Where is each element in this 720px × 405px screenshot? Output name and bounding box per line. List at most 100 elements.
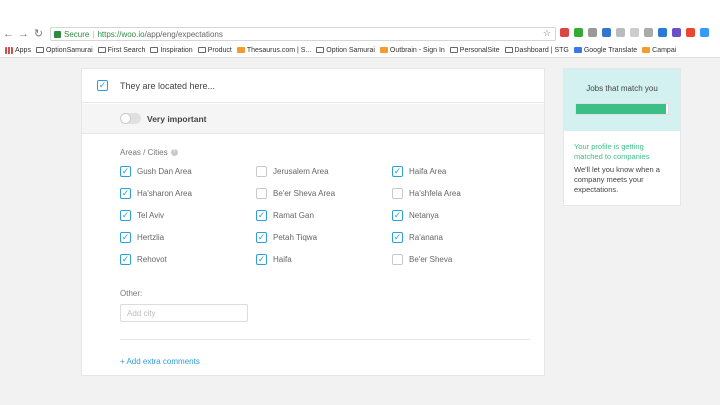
area-checkbox[interactable]: ✓ [120, 166, 131, 177]
extension-icon[interactable] [658, 28, 667, 37]
extension-icon[interactable] [700, 28, 709, 37]
url-separator: | [92, 29, 95, 39]
bookmark-item[interactable]: Outbrain - Sign In [379, 46, 445, 54]
area-checkbox[interactable] [256, 188, 267, 199]
bookmark-item[interactable]: PersonalSite [449, 47, 500, 54]
area-label: Haifa Area [409, 167, 447, 176]
extension-icon[interactable] [574, 28, 583, 37]
area-checkbox[interactable]: ✓ [392, 210, 403, 221]
area-label: Ha'shfela Area [409, 189, 461, 198]
forward-icon[interactable]: → [17, 27, 30, 41]
area-option[interactable]: ✓ Tel Aviv [120, 210, 164, 221]
match-title: Jobs that match you [586, 84, 658, 93]
area-option[interactable]: Jerusalem Area [256, 166, 329, 177]
area-option[interactable]: Ha'shfela Area [392, 188, 461, 199]
bookmark-label: Outbrain - Sign In [389, 46, 445, 54]
bookmark-apps[interactable]: Apps [5, 46, 31, 54]
help-icon[interactable]: ? [170, 149, 178, 156]
area-checkbox[interactable]: ✓ [256, 254, 267, 265]
bookmark-item[interactable]: OptionSamurai [35, 46, 93, 54]
location-row[interactable]: ✓ They are located here... [82, 69, 544, 103]
area-label: Be'er Sheva Area [273, 189, 336, 198]
extension-icon[interactable] [616, 28, 625, 37]
bookmark-item[interactable]: First Search [97, 47, 145, 54]
area-label: Be'er Sheva [409, 255, 453, 264]
bookmark-label: Apps [15, 46, 31, 54]
bookmark-item[interactable]: Product [197, 46, 232, 54]
area-label: Ramat Gan [273, 211, 314, 220]
area-checkbox[interactable]: ✓ [256, 210, 267, 221]
location-checkbox[interactable]: ✓ [97, 80, 108, 91]
extension-icon[interactable] [588, 28, 597, 37]
area-option[interactable]: ✓ Hertzlia [120, 232, 164, 243]
area-option[interactable]: ✓ Ramat Gan [256, 210, 314, 221]
bookmark-label: OptionSamurai [45, 46, 93, 54]
add-city-input[interactable] [120, 304, 248, 322]
extension-icon[interactable] [630, 28, 639, 37]
url-host: https://woo.io [97, 29, 145, 39]
extension-icon[interactable] [672, 28, 681, 37]
area-label: Haifa [273, 255, 292, 264]
browser-nav-row: ← → ↻ Secure | https://woo.io /app/eng/e… [0, 25, 720, 43]
bookmark-item[interactable]: Campai [642, 47, 676, 54]
match-header: Jobs that match you [564, 69, 680, 131]
area-checkbox[interactable]: ✓ [120, 254, 131, 265]
extension-icon[interactable] [602, 28, 611, 37]
page-icon [504, 47, 513, 53]
extension-icon[interactable] [686, 28, 695, 37]
page-icon [97, 47, 106, 53]
area-checkbox[interactable]: ✓ [120, 232, 131, 243]
bookmark-label: Thesaurus.com | S... [246, 46, 312, 54]
area-option[interactable]: Be'er Sheva Area [256, 188, 335, 199]
area-checkbox[interactable] [256, 166, 267, 177]
match-progress-bar [575, 103, 669, 115]
area-option[interactable]: ✓ Petah Tiqwa [256, 232, 317, 243]
area-checkbox[interactable]: ✓ [120, 210, 131, 221]
thesaurus-icon [236, 47, 245, 53]
area-checkbox[interactable]: ✓ [392, 166, 403, 177]
importance-label: Very important [147, 113, 207, 124]
samurai-icon [316, 47, 325, 53]
match-status-green: Your profile is getting matched to compa… [574, 142, 650, 161]
extension-icon[interactable] [560, 28, 569, 37]
area-option[interactable]: ✓ Rehovot [120, 254, 167, 265]
add-comments-link[interactable]: + Add extra comments [120, 357, 200, 366]
bookmark-item[interactable]: Inspiration [150, 46, 193, 54]
address-bar[interactable]: Secure | https://woo.io /app/eng/expecta… [50, 27, 556, 41]
area-label: Ha'sharon Area [137, 189, 192, 198]
area-option[interactable]: Be'er Sheva [392, 254, 452, 265]
bookmark-item[interactable]: Option Samurai [316, 47, 375, 54]
area-checkbox[interactable]: ✓ [120, 188, 131, 199]
area-label: Gush Dan Area [137, 167, 192, 176]
area-label: Hertzlia [137, 233, 165, 242]
match-progress-fill [576, 104, 667, 114]
areas-title-text: Areas / Cities [120, 148, 168, 157]
area-option[interactable]: ✓ Ra'anana [392, 232, 443, 243]
area-option[interactable]: ✓ Haifa [256, 254, 292, 265]
area-checkbox[interactable] [392, 254, 403, 265]
bookmark-item[interactable]: Thesaurus.com | S... [236, 46, 312, 54]
bookmark-star-icon[interactable]: ☆ [543, 28, 551, 39]
folder-icon [197, 47, 206, 53]
area-checkbox[interactable] [392, 188, 403, 199]
outbrain-icon [379, 47, 388, 53]
back-icon[interactable]: ← [2, 27, 15, 41]
area-option[interactable]: ✓ Netanya [392, 210, 439, 221]
area-option[interactable]: ✓ Haifa Area [392, 166, 446, 177]
match-sidebar: Jobs that match you Your profile is gett… [563, 68, 681, 206]
apps-grid-icon [5, 46, 13, 54]
area-option[interactable]: ✓ Gush Dan Area [120, 166, 192, 177]
secure-label: Secure [64, 29, 90, 39]
extension-icon[interactable] [644, 28, 653, 37]
area-option[interactable]: ✓ Ha'sharon Area [120, 188, 192, 199]
section-divider [120, 339, 530, 340]
importance-toggle[interactable] [120, 113, 141, 124]
area-checkbox[interactable]: ✓ [256, 232, 267, 243]
bookmark-label: Inspiration [160, 46, 193, 54]
bookmark-label: Product [207, 46, 232, 54]
bookmark-item[interactable]: Dashboard | STG [504, 47, 569, 54]
reload-icon[interactable]: ↻ [32, 27, 45, 41]
bookmark-item[interactable]: Google Translate [573, 47, 637, 54]
folder-icon [449, 47, 458, 53]
area-checkbox[interactable]: ✓ [392, 232, 403, 243]
